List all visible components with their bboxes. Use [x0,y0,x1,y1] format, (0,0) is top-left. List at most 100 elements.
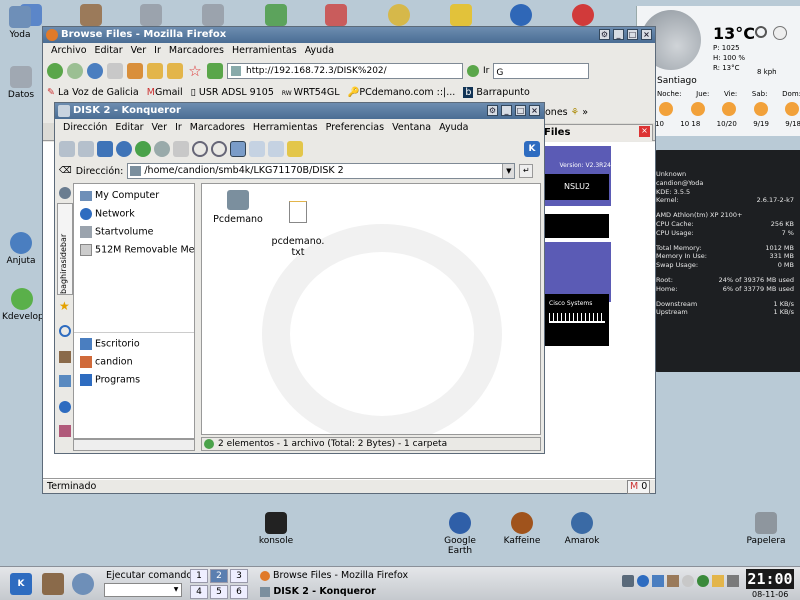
tree-item-network[interactable]: Network [80,208,135,220]
konqueror-launcher-icon[interactable] [72,573,94,595]
opera-icon[interactable] [572,4,594,26]
history-icon[interactable] [167,63,183,79]
bookmark-pcdemano[interactable]: 🔑PCdemano.com ::|... [348,87,456,98]
korganizer-icon[interactable] [682,575,694,587]
menu-direccion[interactable]: Dirección [59,119,111,137]
desktop-icon-kdevelop[interactable]: Kdevelop [2,288,44,322]
home-folder-icon[interactable] [59,351,71,363]
tree-item-my-computer[interactable]: My Computer [80,190,159,201]
desktop-icon-papelera[interactable]: Papelera [736,512,796,546]
menu-marcadores[interactable]: Marcadores [165,43,228,59]
tree-item-candion[interactable]: candion [80,356,133,368]
icon-view-icon[interactable] [230,141,246,157]
split-view-icon[interactable] [287,141,303,157]
location-field[interactable]: /home/candion/smb4k/LKG71170B/DISK 2 ▼ [127,163,516,179]
menu-ayuda[interactable]: Ayuda [435,119,472,137]
power-icon[interactable] [712,575,724,587]
zoom-in-icon[interactable] [192,141,208,157]
clock[interactable]: 21:00 [746,569,794,589]
menu-ver[interactable]: Ver [148,119,172,137]
back-icon[interactable] [59,141,75,157]
bookmarks-overflow[interactable]: ones ⚘ » [545,107,588,118]
search-box[interactable]: G [493,63,590,79]
clipboard-icon[interactable] [652,575,664,587]
stop-icon[interactable] [154,141,170,157]
desktop-icon-datos[interactable]: Datos [2,66,40,100]
desktop-icon-amarok[interactable]: Amarok [552,512,612,546]
go-icon[interactable]: ↵ [519,164,534,178]
close-button[interactable]: × [641,29,652,40]
network-icon[interactable] [59,401,71,413]
menu-archivo[interactable]: Archivo [47,43,91,59]
network-tray-icon[interactable] [637,575,649,587]
menu-preferencias[interactable]: Preferencias [322,119,389,137]
maximize-button[interactable]: □ [515,105,526,116]
tree-item-escritorio[interactable]: Escritorio [80,338,140,350]
tree-item-programs[interactable]: Programs [80,374,140,386]
home-icon[interactable] [116,141,132,157]
desktop-icon-google-earth[interactable]: Google Earth [430,512,490,556]
run-command-field[interactable]: ▼ [104,583,182,597]
menu-ayuda[interactable]: Ayuda [301,43,338,59]
desktop-icon-kaffeine[interactable]: Kaffeine [492,512,552,546]
home-icon[interactable] [127,63,143,79]
menu-icon[interactable]: ⚙ [599,29,610,40]
menu-ventana[interactable]: Ventana [388,119,435,137]
earth-icon[interactable] [510,4,532,26]
list-view-icon[interactable] [249,141,265,157]
media-icon[interactable] [59,375,71,387]
desktop-3[interactable]: 3 [230,569,248,583]
task-konqueror[interactable]: DISK 2 - Konqueror [260,585,600,599]
detail-view-icon[interactable] [268,141,284,157]
go-icon[interactable] [467,65,479,77]
sidebar-config-icon[interactable] [59,187,71,199]
drive-icon[interactable] [140,4,162,26]
menu-ver[interactable]: Ver [127,43,151,59]
up-icon[interactable] [97,141,113,157]
zoom-out-icon[interactable] [211,141,227,157]
home-launcher-icon[interactable] [42,573,64,595]
person-icon[interactable] [450,4,472,26]
go-home-icon[interactable] [207,63,223,79]
maximize-button[interactable]: □ [627,29,638,40]
desktop-6[interactable]: 6 [230,585,248,599]
klipper-icon[interactable] [727,575,739,587]
dropdown-arrow-icon[interactable]: ▼ [502,164,515,178]
bookmark-la-voz[interactable]: ✎ La Voz de Galicia [47,87,139,98]
desktop-5[interactable]: 5 [210,585,228,599]
bookmark-gmail[interactable]: MGmail [147,87,183,98]
menu-herramientas[interactable]: Herramientas [228,43,301,59]
desktop-icon-anjuta[interactable]: Anjuta [2,232,40,266]
go-button[interactable]: Ir [483,66,489,76]
history-icon[interactable] [59,325,71,337]
desktop-icon-yoda[interactable]: Yoda [2,6,38,40]
services-icon[interactable] [59,425,71,437]
file-item-pcdemano-txt[interactable]: pcdemano. txt [270,190,326,258]
bookmarks-star-icon[interactable]: ★ [59,299,70,313]
dropdown-arrow-icon[interactable]: ▼ [171,584,181,596]
bookmark-barrapunto[interactable]: b Barrapunto [463,86,530,98]
reload-icon[interactable] [87,63,103,79]
volume-icon[interactable] [622,575,634,587]
forward-icon[interactable] [67,63,83,79]
bookmark-usr[interactable]: ▯ USR ADSL 9105 [191,87,274,98]
forward-icon[interactable] [78,141,94,157]
tree-item-removable[interactable]: 512M Removable Media [80,244,194,256]
desktop-icon-konsole[interactable]: konsole [246,512,306,546]
desktop-2[interactable]: 2 [210,569,228,583]
menu-herramientas[interactable]: Herramientas [249,119,322,137]
house-icon[interactable] [325,4,347,26]
menu-ir[interactable]: Ir [171,119,186,137]
sidebar-tab-baghira[interactable]: baghirasidebar [57,203,73,295]
folder-icon[interactable] [147,63,163,79]
tab-browse-files[interactable]: Files [533,124,653,141]
kde-menu-icon[interactable]: K [10,573,32,595]
home-icon[interactable] [80,4,102,26]
minimize-button[interactable]: _ [501,105,512,116]
mail-indicator[interactable]: M 0 [627,480,651,494]
kwallet-icon[interactable] [667,575,679,587]
bookmark-wrt[interactable]: RW WRT54GL [282,87,340,98]
desktop-1[interactable]: 1 [190,569,208,583]
back-icon[interactable] [47,63,63,79]
computer-icon[interactable] [265,4,287,26]
